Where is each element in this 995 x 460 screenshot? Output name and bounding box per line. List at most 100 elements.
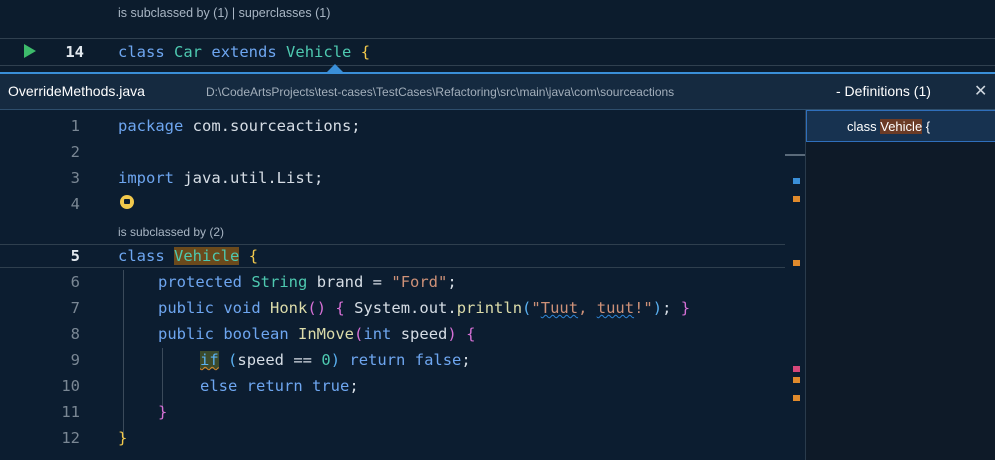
ruler-mark bbox=[793, 377, 800, 383]
paren: ) bbox=[447, 325, 457, 343]
code-line: import java.util.List; bbox=[118, 169, 323, 187]
indent-guide bbox=[123, 270, 124, 440]
keyword: public bbox=[158, 325, 214, 343]
semicolon: ; bbox=[349, 377, 359, 395]
keyword: class bbox=[118, 247, 165, 265]
ruler-mark bbox=[793, 178, 800, 184]
references-panel: class Vehicle { bbox=[805, 110, 995, 460]
keyword: package bbox=[118, 117, 184, 135]
identifier: brand = bbox=[316, 273, 383, 291]
package-name: com.sourceactions; bbox=[192, 117, 361, 135]
codelens-inner[interactable]: is subclassed by (2) bbox=[118, 225, 224, 239]
keyword: void bbox=[223, 299, 261, 317]
line-number: 7 bbox=[70, 299, 80, 317]
reference-label: class Vehicle { bbox=[847, 119, 930, 134]
keyword: return bbox=[349, 351, 406, 369]
line-number: 6 bbox=[70, 273, 80, 291]
line-number: 10 bbox=[61, 377, 80, 395]
ruler-mark bbox=[793, 366, 800, 372]
paren: ( bbox=[228, 351, 238, 369]
semicolon: ; bbox=[461, 351, 471, 369]
codelens-top[interactable]: is subclassed by (1) | superclasses (1) bbox=[118, 6, 330, 20]
peek-file-path: D:\CodeArtsProjects\test-cases\TestCases… bbox=[206, 85, 675, 99]
keyword: extends bbox=[211, 43, 277, 61]
number: 0 bbox=[321, 351, 331, 369]
line-number: 9 bbox=[70, 351, 80, 369]
paren: ) bbox=[316, 299, 327, 317]
reference-item[interactable]: class Vehicle { bbox=[806, 110, 995, 142]
line-number: 4 bbox=[70, 195, 80, 213]
brace: { bbox=[335, 299, 345, 317]
editor-top: is subclassed by (1) | superclasses (1) … bbox=[0, 0, 995, 72]
overview-ruler[interactable] bbox=[785, 110, 805, 460]
code-line: if (speed == 0) return false; bbox=[200, 351, 471, 369]
class-name-highlight: Vehicle bbox=[174, 247, 240, 265]
paren: ( bbox=[307, 299, 317, 317]
identifier: speed == bbox=[237, 351, 322, 369]
code-line: protected String brand = "Ford"; bbox=[158, 273, 457, 291]
keyword: import bbox=[118, 169, 174, 187]
ruler-mark bbox=[793, 196, 800, 202]
ruler-mark bbox=[793, 260, 800, 266]
code-line-14[interactable]: class Car extends Vehicle { bbox=[118, 43, 370, 61]
code-line: else return true; bbox=[200, 377, 359, 395]
peek-header: OverrideMethods.java D:\CodeArtsProjects… bbox=[0, 74, 995, 110]
semicolon: ; bbox=[662, 299, 672, 317]
code-line: package com.sourceactions; bbox=[118, 117, 361, 135]
code-line: class Vehicle { bbox=[118, 247, 258, 265]
lightbulb-icon[interactable] bbox=[120, 195, 134, 209]
scroll-thumb[interactable] bbox=[785, 154, 805, 156]
line-number: 12 bbox=[61, 429, 80, 447]
keyword: class bbox=[847, 119, 877, 134]
editor-window: is subclassed by (1) | superclasses (1) … bbox=[0, 0, 995, 460]
method-name: println bbox=[456, 299, 523, 317]
brace: { bbox=[360, 43, 371, 61]
class-name: Car bbox=[174, 43, 203, 61]
keyword: true bbox=[312, 377, 350, 395]
line-number: 1 bbox=[70, 117, 80, 135]
code-line: public void Honk() { System.out.println(… bbox=[158, 299, 690, 317]
code-line: } bbox=[158, 403, 167, 421]
spelling-word: Tuut bbox=[540, 299, 579, 317]
reference-match: Vehicle bbox=[880, 119, 923, 134]
code-line: } bbox=[118, 429, 127, 447]
brace: { bbox=[248, 247, 259, 265]
line-number: 3 bbox=[70, 169, 80, 187]
paren: ) bbox=[330, 351, 341, 369]
brace: { bbox=[925, 119, 931, 134]
line-number: 2 bbox=[70, 143, 80, 161]
keyword: public bbox=[158, 299, 214, 317]
identifier: System.out. bbox=[354, 299, 457, 317]
line-number: 14 bbox=[65, 43, 84, 61]
method-name: Honk bbox=[270, 299, 308, 317]
keyword: boolean bbox=[223, 325, 289, 343]
line-number: 8 bbox=[70, 325, 80, 343]
type-name: String bbox=[251, 273, 308, 291]
peek-title: - Definitions (1) bbox=[836, 83, 931, 99]
string-literal: "Ford" bbox=[391, 273, 448, 291]
brace: } bbox=[158, 403, 168, 421]
code-line: public boolean InMove(int speed) { bbox=[158, 325, 475, 343]
peek-editor[interactable]: 1 2 3 4 5 6 7 8 9 10 11 12 package com.s… bbox=[0, 110, 805, 460]
brace: } bbox=[118, 429, 128, 447]
spelling-word: tuut bbox=[596, 299, 635, 317]
peek-file-name[interactable]: OverrideMethods.java bbox=[8, 83, 145, 99]
keyword: class bbox=[118, 43, 165, 61]
run-icon[interactable] bbox=[24, 44, 36, 58]
paren: ( bbox=[354, 325, 364, 343]
line-number: 11 bbox=[61, 403, 80, 421]
paren: ( bbox=[522, 299, 532, 317]
keyword: else bbox=[200, 377, 238, 395]
semicolon: ; bbox=[447, 273, 457, 291]
keyword-if: if bbox=[200, 351, 219, 369]
brace: } bbox=[680, 299, 691, 317]
keyword: protected bbox=[158, 273, 242, 291]
quote: " bbox=[531, 299, 541, 317]
comma: , bbox=[578, 299, 597, 317]
ruler-mark bbox=[793, 395, 800, 401]
close-icon[interactable]: ✕ bbox=[974, 81, 987, 101]
class-name: Vehicle bbox=[286, 43, 352, 61]
paren: ) bbox=[652, 299, 663, 317]
import-name: java.util.List; bbox=[183, 169, 324, 187]
string-end: !" bbox=[634, 299, 653, 317]
